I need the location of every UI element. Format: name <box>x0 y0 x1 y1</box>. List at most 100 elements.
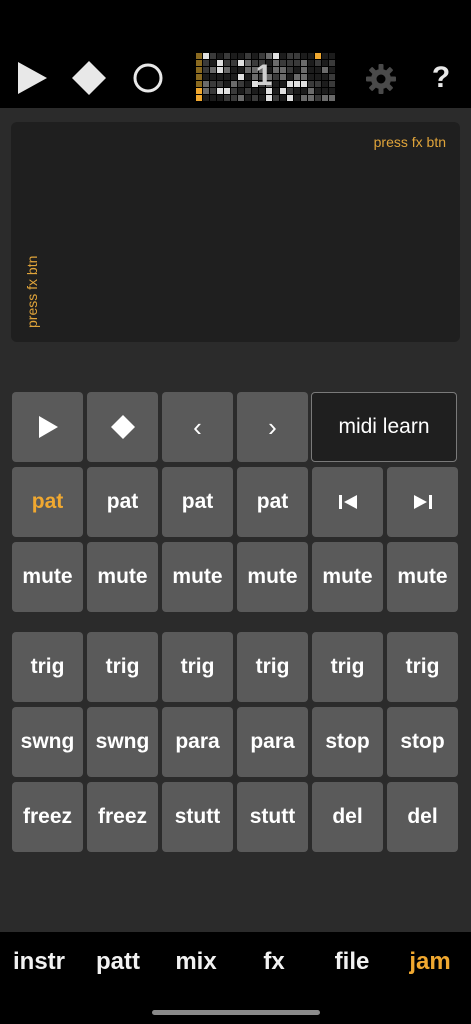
pattern-grid-cell <box>308 53 314 59</box>
pattern-grid-cell <box>231 74 237 80</box>
pattern-grid-cell <box>245 60 251 66</box>
midi-learn-button[interactable]: midi learn <box>311 392 457 462</box>
pattern-grid-cell <box>280 81 286 87</box>
pattern-grid-cell <box>210 74 216 80</box>
tab-instr[interactable]: instr <box>0 948 78 976</box>
stop-fx-button-1[interactable]: stop <box>312 707 383 777</box>
skip-forward-button[interactable] <box>387 467 458 537</box>
pattern-grid-cell <box>238 53 244 59</box>
pattern-grid-cell <box>196 74 202 80</box>
pattern-grid-cell <box>245 74 251 80</box>
trig-button-6[interactable]: trig <box>387 632 458 702</box>
pattern-grid-cell <box>287 95 293 101</box>
pattern-grid-cell <box>224 67 230 73</box>
para-button-2[interactable]: para <box>237 707 308 777</box>
pattern-grid-cell <box>329 81 335 87</box>
gear-icon[interactable] <box>362 60 400 98</box>
pattern-grid-cell <box>238 74 244 80</box>
pattern-grid-cell <box>315 74 321 80</box>
next-button[interactable]: › <box>237 392 308 462</box>
pattern-grid-cell <box>245 95 251 101</box>
mute-button-1[interactable]: mute <box>12 542 83 612</box>
pattern-grid-cell <box>329 60 335 66</box>
trig-button-2[interactable]: trig <box>87 632 158 702</box>
tab-fx[interactable]: fx <box>235 948 313 976</box>
pattern-button-3[interactable]: pat <box>162 467 233 537</box>
pattern-button-4[interactable]: pat <box>237 467 308 537</box>
pattern-grid-cell <box>287 74 293 80</box>
prev-button[interactable]: ‹ <box>162 392 233 462</box>
mute-button-6[interactable]: mute <box>387 542 458 612</box>
pattern-grid-cell <box>294 81 300 87</box>
mute-button-2[interactable]: mute <box>87 542 158 612</box>
pattern-grid-cell <box>322 81 328 87</box>
tab-mix[interactable]: mix <box>157 948 235 976</box>
pattern-grid-cell <box>231 60 237 66</box>
stop-icon[interactable] <box>70 59 108 97</box>
pattern-grid-cell <box>280 74 286 80</box>
pattern-grid-cell <box>217 74 223 80</box>
pattern-grid-cell <box>287 67 293 73</box>
pattern-grid-cell <box>315 81 321 87</box>
pattern-grid-cell <box>196 60 202 66</box>
skip-back-button[interactable] <box>312 467 383 537</box>
pattern-grid-cell <box>287 60 293 66</box>
trig-button-3[interactable]: trig <box>162 632 233 702</box>
stop-fx-button-2[interactable]: stop <box>387 707 458 777</box>
xy-pad[interactable]: press fx btn <box>11 122 460 342</box>
pattern-grid-cell <box>231 88 237 94</box>
play-button[interactable] <box>12 392 83 462</box>
tab-jam[interactable]: jam <box>391 948 469 976</box>
trig-button-4[interactable]: trig <box>237 632 308 702</box>
pattern-grid-cell <box>196 53 202 59</box>
pattern-grid-cell <box>203 81 209 87</box>
pattern-grid-cell <box>287 88 293 94</box>
pattern-grid-cell <box>203 95 209 101</box>
pattern-grid-cell <box>238 95 244 101</box>
pattern-grid-cell <box>196 88 202 94</box>
pattern-grid-cell <box>329 67 335 73</box>
record-icon[interactable] <box>130 60 166 96</box>
pattern-grid-cell <box>224 88 230 94</box>
stop-button[interactable] <box>87 392 158 462</box>
para-button-1[interactable]: para <box>162 707 233 777</box>
swing-button-2[interactable]: swng <box>87 707 158 777</box>
stutter-button-1[interactable]: stutt <box>162 782 233 852</box>
help-button[interactable]: ? <box>424 58 458 98</box>
pattern-grid-cell <box>245 67 251 73</box>
pattern-grid-cell <box>210 88 216 94</box>
pattern-grid-cell <box>322 60 328 66</box>
pattern-grid-cell <box>280 53 286 59</box>
tab-file[interactable]: file <box>313 948 391 976</box>
freeze-button-1[interactable]: freez <box>12 782 83 852</box>
pattern-button-1[interactable]: pat <box>12 467 83 537</box>
pattern-grid-cell <box>217 67 223 73</box>
home-indicator <box>152 1010 320 1015</box>
skip-forward-icon <box>413 495 432 509</box>
swing-button-1[interactable]: swng <box>12 707 83 777</box>
trig-button-5[interactable]: trig <box>312 632 383 702</box>
pattern-button-2[interactable]: pat <box>87 467 158 537</box>
pattern-grid-cell <box>294 88 300 94</box>
pattern-grid-cell <box>203 60 209 66</box>
pattern-grid-cell <box>280 60 286 66</box>
pattern-grid-cell <box>245 81 251 87</box>
pattern-grid-cell <box>210 95 216 101</box>
stutter-button-2[interactable]: stutt <box>237 782 308 852</box>
pattern-grid-cell <box>294 95 300 101</box>
pattern-grid-cell <box>210 53 216 59</box>
pattern-grid-cell <box>224 53 230 59</box>
delay-button-2[interactable]: del <box>387 782 458 852</box>
pattern-grid-cell <box>322 74 328 80</box>
play-icon[interactable] <box>14 60 50 96</box>
mute-button-5[interactable]: mute <box>312 542 383 612</box>
pattern-grid-cell <box>287 81 293 87</box>
tab-patt[interactable]: patt <box>79 948 157 976</box>
pattern-grid-cell <box>280 67 286 73</box>
mute-button-3[interactable]: mute <box>162 542 233 612</box>
mute-button-4[interactable]: mute <box>237 542 308 612</box>
trig-button-1[interactable]: trig <box>12 632 83 702</box>
pattern-grid-cell <box>294 67 300 73</box>
delay-button-1[interactable]: del <box>312 782 383 852</box>
freeze-button-2[interactable]: freez <box>87 782 158 852</box>
